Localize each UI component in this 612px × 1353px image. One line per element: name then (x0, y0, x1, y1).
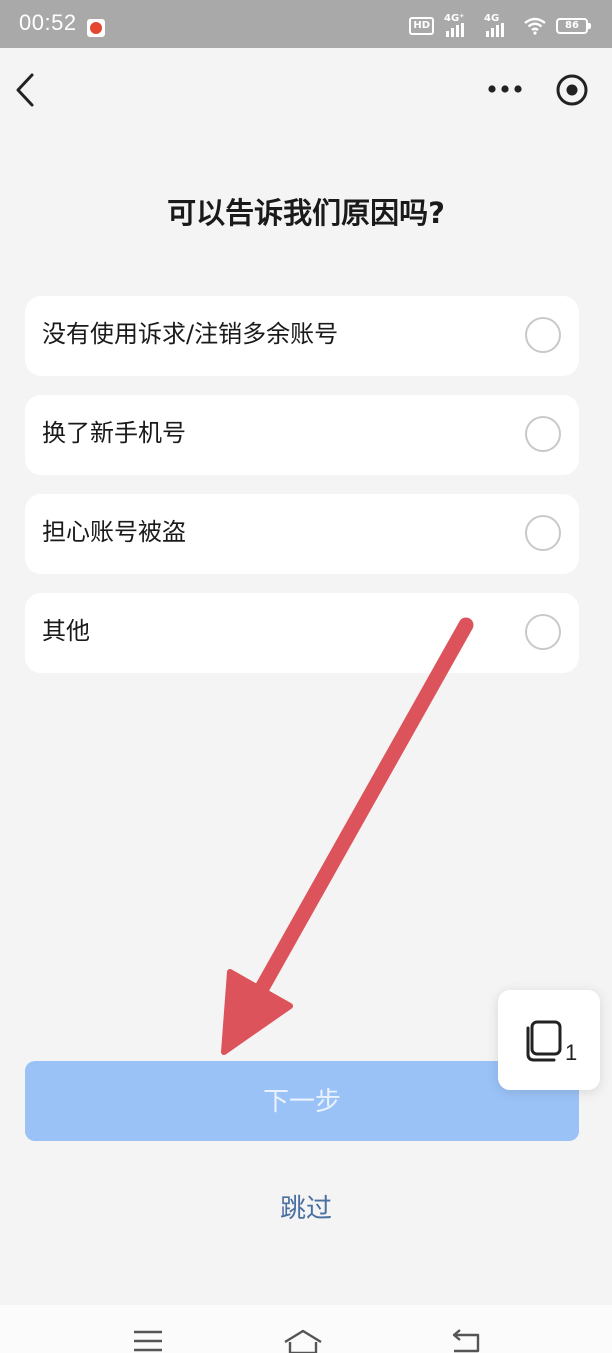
menu-icon[interactable] (132, 1329, 164, 1353)
reason-option-1[interactable]: 没有使用诉求/注销多余账号 (25, 296, 579, 376)
back-icon[interactable] (448, 1329, 482, 1353)
home-icon[interactable] (282, 1329, 324, 1353)
reason-option-4[interactable]: 其他 (25, 593, 579, 673)
option-label: 担心账号被盗 (42, 518, 186, 546)
radio-button[interactable] (525, 416, 561, 452)
radio-button[interactable] (525, 515, 561, 551)
signal-icon-2: 4G (484, 13, 514, 37)
radio-button[interactable] (525, 614, 561, 650)
next-button[interactable]: 下一步 (25, 1061, 579, 1141)
tab-count: 1 (565, 1040, 577, 1065)
option-label: 换了新手机号 (42, 419, 186, 447)
page-title: 可以告诉我们原因吗? (167, 196, 445, 230)
target-icon[interactable] (555, 73, 589, 107)
option-label: 其他 (42, 617, 90, 645)
notification-app-icon (87, 19, 105, 37)
status-indicators: HD 4G⁺ 4G 86 (409, 13, 591, 38)
hd-badge: HD (409, 17, 434, 35)
reason-option-3[interactable]: 担心账号被盗 (25, 494, 579, 574)
status-time: 00:52 (19, 10, 77, 35)
battery-icon: 86 (556, 18, 591, 34)
floating-tabs-button[interactable]: 1 (498, 990, 600, 1090)
chevron-left-icon[interactable] (10, 70, 40, 110)
radio-button[interactable] (525, 317, 561, 353)
skip-link[interactable]: 跳过 (0, 1188, 612, 1225)
signal-icon-1: 4G⁺ (444, 13, 474, 37)
more-dots-icon[interactable] (486, 78, 524, 100)
reason-option-2[interactable]: 换了新手机号 (25, 395, 579, 475)
wifi-icon (524, 17, 546, 35)
status-bar: 00:52 HD 4G⁺ 4G 86 (0, 0, 612, 48)
system-nav-bar (0, 1305, 612, 1353)
option-label: 没有使用诉求/注销多余账号 (42, 320, 339, 348)
tabs-stack-icon: 1 (526, 1020, 577, 1065)
